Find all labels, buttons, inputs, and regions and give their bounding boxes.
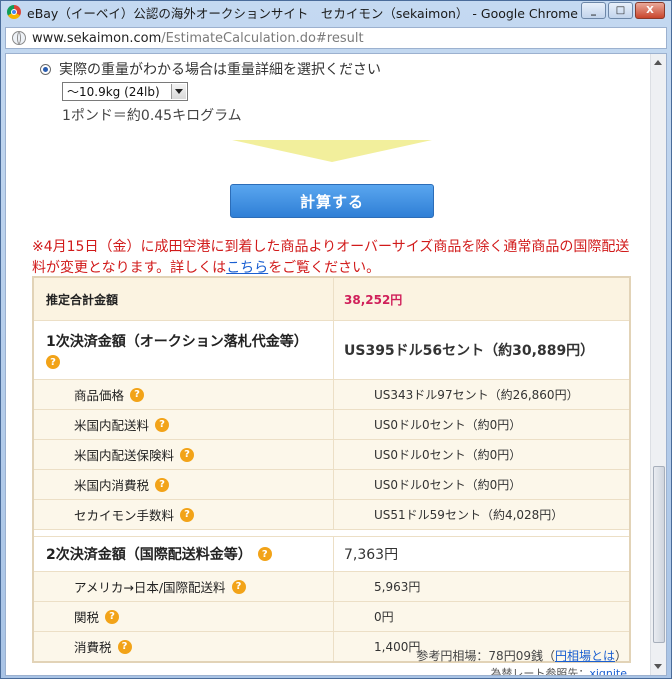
notice-link[interactable]: こちら <box>226 260 268 276</box>
first-payment-label-cell: 1次決済金額（オークション落札代金等） ? <box>34 321 334 379</box>
url-text[interactable]: www.sekaimon.com/EstimateCalculation.do#… <box>32 31 364 46</box>
url-host: www.sekaimon.com <box>32 30 162 46</box>
calculate-button[interactable]: 計算する <box>230 184 434 218</box>
scrollbar-thumb[interactable] <box>653 466 665 643</box>
estimate-table: 推定合計金額 38,252円 1次決済金額（オークション落札代金等） ? US3… <box>32 276 631 663</box>
rate-source-label: 為替レート参照先： <box>490 667 590 676</box>
item-label-cell: 関税? <box>34 602 334 631</box>
weight-detail-radio[interactable] <box>40 63 51 75</box>
notice-text-end: をご覧ください。 <box>268 260 381 276</box>
close-button[interactable]: X <box>635 2 665 19</box>
help-icon[interactable]: ? <box>117 639 132 654</box>
table-row: 関税? 0円 <box>34 602 629 632</box>
address-bar[interactable]: www.sekaimon.com/EstimateCalculation.do#… <box>5 27 667 49</box>
item-value: US0ドル0セント（約0円） <box>374 448 522 462</box>
title-bar: eBay（イーベイ）公認の海外オークションサイト セカイモン（sekaimon）… <box>1 1 671 23</box>
help-icon[interactable]: ? <box>257 547 272 561</box>
scroll-down-icon[interactable] <box>654 664 662 669</box>
table-row: 米国内配送保険料? US0ドル0セント（約0円） <box>34 440 629 470</box>
item-label: 商品価格 <box>74 388 125 403</box>
item-label: 関税 <box>74 610 100 625</box>
table-row: 米国内消費税? US0ドル0セント（約0円） <box>34 470 629 500</box>
item-label: 米国内配送料 <box>74 418 150 433</box>
page-viewport: 実際の重量がわかる場合は重量詳細を選択ください 〜10.9kg (24lb) 1… <box>5 53 667 676</box>
item-value: US51ドル59セント（約4,028円） <box>374 508 564 522</box>
second-payment-label-cell: 2次決済金額（国際配送料金等）? <box>34 537 334 571</box>
maximize-button[interactable]: □ <box>608 2 633 19</box>
scroll-up-icon[interactable] <box>654 60 662 65</box>
pound-conversion-note: 1ポンド＝約0.45キログラム <box>62 108 242 124</box>
item-label: 消費税 <box>74 640 112 655</box>
weight-detail-option[interactable]: 実際の重量がわかる場合は重量詳細を選択ください <box>40 59 381 79</box>
item-value: US0ドル0セント（約0円） <box>374 478 522 492</box>
weight-select-value: 〜10.9kg (24lb) <box>67 85 160 99</box>
globe-icon <box>12 31 26 45</box>
total-row: 推定合計金額 38,252円 <box>34 278 629 321</box>
window-title: eBay（イーベイ）公認の海外オークションサイト セカイモン（sekaimon）… <box>27 5 578 21</box>
table-row: 商品価格? US343ドル97セント（約26,860円） <box>34 380 629 410</box>
minimize-button[interactable]: _ <box>581 2 606 19</box>
item-label: 米国内配送保険料 <box>74 448 175 463</box>
total-value: 38,252円 <box>344 292 403 307</box>
table-row: セカイモン手数料? US51ドル59セント（約4,028円） <box>34 500 629 530</box>
chrome-logo-icon <box>7 5 21 19</box>
help-icon[interactable]: ? <box>105 609 120 624</box>
help-icon[interactable]: ? <box>130 387 145 402</box>
first-payment-label: 1次決済金額（オークション落札代金等） <box>46 334 308 350</box>
help-icon[interactable]: ? <box>180 447 195 462</box>
first-payment-row: 1次決済金額（オークション落札代金等） ? US395ドル56セント（約30,8… <box>34 321 629 380</box>
exchange-rate-note: 参考円相場：78円09銭（円相場とは） <box>416 647 627 664</box>
help-icon[interactable]: ? <box>46 355 60 369</box>
down-arrow-icon <box>232 140 432 162</box>
item-value: 0円 <box>374 610 394 624</box>
second-payment-value: 7,363円 <box>344 547 399 563</box>
shipping-change-notice: ※4月15日（金）に成田空港に到着した商品よりオーバーサイズ商品を除く通常商品の… <box>32 237 632 279</box>
help-icon[interactable]: ? <box>155 477 170 492</box>
item-label-cell: 米国内消費税? <box>34 470 334 499</box>
table-row: アメリカ→日本/国際配送料? 5,963円 <box>34 572 629 602</box>
rate-info-link[interactable]: 円相場とは <box>555 649 615 663</box>
second-payment-row: 2次決済金額（国際配送料金等）? 7,363円 <box>34 537 629 572</box>
item-label-cell: アメリカ→日本/国際配送料? <box>34 572 334 601</box>
chevron-down-icon[interactable] <box>171 84 186 99</box>
item-label: 米国内消費税 <box>74 478 150 493</box>
weight-select[interactable]: 〜10.9kg (24lb) <box>62 82 188 101</box>
divider <box>34 530 629 537</box>
url-path: /EstimateCalculation.do#result <box>161 30 364 46</box>
item-label: セカイモン手数料 <box>74 508 175 523</box>
item-label-cell: 米国内配送保険料? <box>34 440 334 469</box>
help-icon[interactable]: ? <box>231 579 246 594</box>
first-payment-value: US395ドル56セント（約30,889円） <box>344 343 595 359</box>
table-row: 米国内配送料? US0ドル0セント（約0円） <box>34 410 629 440</box>
item-value: US343ドル97セント（約26,860円） <box>374 388 579 402</box>
rate-source-link[interactable]: xignite <box>589 667 627 675</box>
item-value: 5,963円 <box>374 580 421 594</box>
item-value: US0ドル0セント（約0円） <box>374 418 522 432</box>
page-content: 実際の重量がわかる場合は重量詳細を選択ください 〜10.9kg (24lb) 1… <box>6 54 651 675</box>
rate-close: ） <box>614 649 627 663</box>
total-label: 推定合計金額 <box>34 278 334 320</box>
item-label: アメリカ→日本/国際配送料 <box>74 580 226 595</box>
weight-detail-label: 実際の重量がわかる場合は重量詳細を選択ください <box>59 62 381 78</box>
vertical-scrollbar[interactable] <box>650 54 666 675</box>
help-icon[interactable]: ? <box>155 417 170 432</box>
rate-text: 参考円相場：78円09銭（ <box>416 649 555 663</box>
item-label-cell: 商品価格? <box>34 380 334 409</box>
item-label-cell: 米国内配送料? <box>34 410 334 439</box>
item-label-cell: セカイモン手数料? <box>34 500 334 529</box>
help-icon[interactable]: ? <box>180 507 195 522</box>
item-label-cell: 消費税? <box>34 632 334 661</box>
browser-window: eBay（イーベイ）公認の海外オークションサイト セカイモン（sekaimon）… <box>0 0 672 679</box>
second-payment-label: 2次決済金額（国際配送料金等） <box>46 547 252 563</box>
rate-source: 為替レート参照先：xignite <box>490 665 627 676</box>
